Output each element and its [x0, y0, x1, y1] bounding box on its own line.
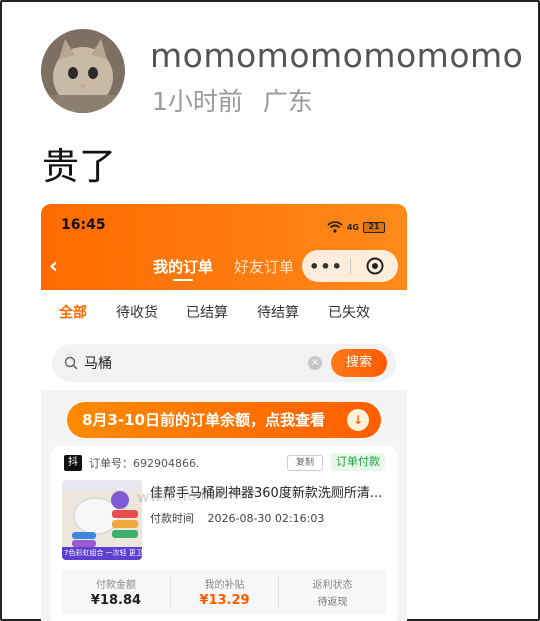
summary-value: ¥18.84 [90, 593, 142, 608]
payment-time: 付款时间 2026-08-30 02:16:03 [150, 510, 324, 526]
post-text: 贵了 [42, 145, 116, 188]
summary-label: 付款金额 [96, 580, 136, 591]
search-section: 马桶 × 搜索 [41, 338, 407, 390]
banner-text: 8月3-10日前的订单余额，点我查看 [82, 411, 325, 429]
summary-payment: 付款金额 ¥18.84 [62, 576, 170, 608]
username[interactable]: momomomomomomo [150, 36, 523, 75]
more-icon[interactable]: ••• [302, 257, 350, 276]
payment-time-label: 付款时间 [150, 512, 194, 525]
platform-icon: 抖 [64, 455, 82, 471]
arrow-down-icon: ↓ [347, 409, 369, 431]
summary-label: 返利状态 [312, 580, 353, 591]
post-time: 1小时前 [152, 87, 243, 116]
battery-icon: 21 [363, 222, 385, 233]
app-header: 16:45 4G 21 ‹ 我的订单 好友订单 ••• [41, 204, 407, 290]
order-status-badge: 订单付款 [331, 453, 385, 471]
tab-active-indicator [173, 279, 193, 281]
tab-friend-orders[interactable]: 好友订单 [234, 256, 294, 277]
order-filter-bar: 全部 待收货 已结算 待结算 已失效 [41, 290, 407, 338]
summary-subsidy: 我的补贴 ¥13.29 [170, 576, 278, 608]
filter-settled[interactable]: 已结算 [186, 302, 228, 322]
post-meta: 1小时前 广东 [152, 82, 313, 118]
mini-program-capsule: ••• [302, 250, 398, 282]
summary-label: 我的补贴 [204, 580, 245, 591]
tab-my-orders[interactable]: 我的订单 [153, 256, 213, 277]
product-image-caption: 7色彩虹组合 一次轻 更卫生 [62, 547, 142, 560]
back-icon[interactable]: ‹ [49, 254, 58, 279]
filter-all[interactable]: 全部 [59, 302, 87, 322]
search-input[interactable]: 马桶 × 搜索 [52, 344, 396, 382]
watermark: www.huibao.fun [136, 483, 258, 507]
status-time: 16:45 [61, 217, 106, 233]
search-button[interactable]: 搜索 [331, 349, 387, 377]
post-frame: momomomomomomo 1小时前 广东 贵了 16:45 4G 21 ‹ … [0, 0, 540, 621]
order-summary: 付款金额 ¥18.84 我的补贴 ¥13.29 返利状态 待返现 [62, 570, 386, 614]
search-value: 马桶 [84, 356, 112, 372]
copy-button[interactable]: 复制 [287, 455, 323, 471]
close-target-icon[interactable] [351, 257, 398, 275]
summary-value: 待返现 [317, 597, 348, 608]
avatar[interactable] [41, 29, 125, 113]
summary-value: ¥13.29 [199, 593, 250, 608]
filter-pending-settlement[interactable]: 待结算 [257, 302, 299, 322]
signal-icon: 4G [346, 223, 359, 232]
post-location: 广东 [262, 87, 313, 116]
status-icons: 4G 21 [327, 218, 385, 237]
balance-banner[interactable]: 8月3-10日前的订单余额，点我查看 ↓ [67, 402, 381, 438]
summary-rebate: 返利状态 待返现 [278, 576, 386, 608]
search-icon [64, 355, 78, 374]
clear-icon[interactable]: × [308, 356, 322, 370]
order-card[interactable]: 抖 订单号：692904866. 复制 订单付款 7色彩虹组合 一次轻 更卫生 [51, 446, 397, 621]
wifi-icon [327, 218, 343, 237]
phone-screenshot: 16:45 4G 21 ‹ 我的订单 好友订单 ••• 全部 待收货 已结算 待… [41, 204, 407, 621]
product-image[interactable]: 7色彩虹组合 一次轻 更卫生 [62, 480, 142, 560]
order-number: 订单号：692904866. [89, 457, 200, 470]
payment-time-value: 2026-08-30 02:16:03 [207, 512, 325, 525]
filter-pending-receipt[interactable]: 待收货 [116, 302, 158, 322]
filter-expired[interactable]: 已失效 [328, 302, 370, 322]
